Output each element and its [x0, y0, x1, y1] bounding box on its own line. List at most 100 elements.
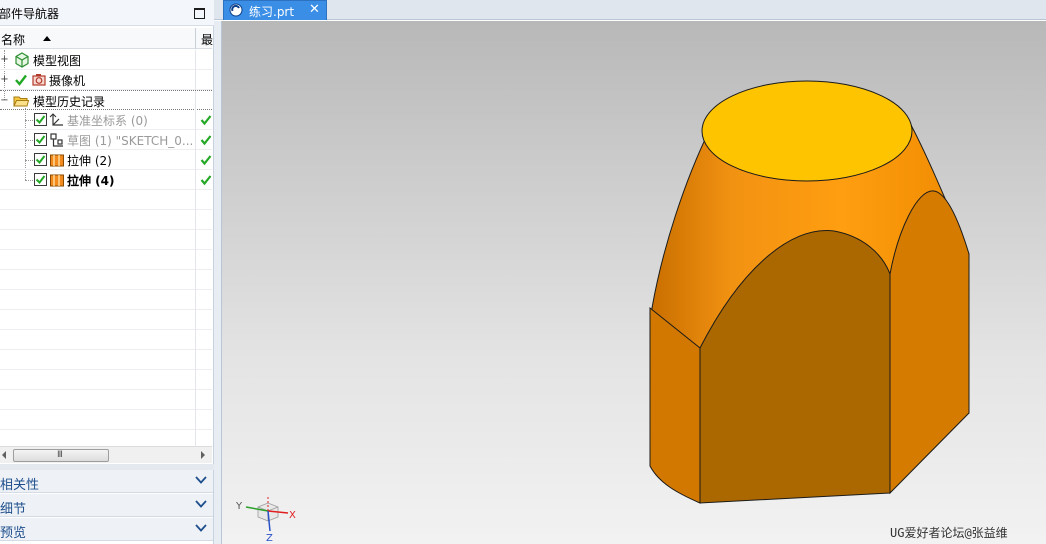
tree-row-datum-csys[interactable]: 基准坐标系 (0) — [0, 110, 212, 130]
section-dependencies[interactable]: 相关性 — [0, 470, 213, 493]
model-views-icon — [15, 52, 29, 68]
scroll-left-arrow-icon[interactable] — [2, 451, 6, 459]
up-to-date-check-icon — [200, 155, 212, 166]
column-separator — [195, 270, 196, 290]
model-top-face — [701, 80, 913, 182]
section-preview[interactable]: 预览 — [0, 518, 213, 541]
column-separator — [195, 350, 196, 370]
maximize-icon[interactable] — [194, 8, 205, 19]
triad-y-label: Y — [235, 501, 243, 512]
tree-row-model-views[interactable]: + 模型视图 — [0, 50, 212, 70]
empty-row — [0, 270, 212, 290]
tree-label: 模型历史记录 — [33, 95, 106, 109]
empty-row — [0, 250, 212, 270]
chevron-down-icon[interactable] — [195, 523, 207, 533]
empty-row — [0, 390, 212, 410]
column-separator — [195, 290, 196, 310]
column-separator — [195, 70, 196, 90]
tree-label: 摄像机 — [49, 74, 86, 88]
horizontal-scrollbar[interactable]: III — [0, 446, 212, 463]
column-separator — [195, 330, 196, 350]
empty-row — [0, 350, 212, 370]
3d-model[interactable] — [222, 21, 1046, 544]
up-to-date-check-icon — [200, 175, 212, 186]
navigator-header: 部件导航器 — [0, 0, 214, 26]
tree-label: 拉伸 (4) — [67, 174, 115, 188]
expand-plus-icon[interactable]: + — [0, 55, 9, 65]
column-separator — [195, 91, 196, 111]
section-label: 预览 — [0, 526, 27, 541]
column-separator — [195, 150, 196, 170]
scrollbar-thumb[interactable]: III — [13, 449, 109, 462]
empty-row — [0, 290, 212, 310]
tree-label: 基准坐标系 (0) — [67, 114, 148, 128]
empty-row — [0, 210, 212, 230]
tree-label: 模型视图 — [33, 54, 82, 68]
extrude-icon — [50, 154, 64, 167]
column-separator — [195, 430, 196, 446]
visibility-checkbox[interactable] — [34, 173, 47, 186]
column-name-header[interactable]: 名称 — [1, 31, 25, 48]
empty-row — [0, 370, 212, 390]
visibility-checkbox[interactable] — [34, 113, 47, 126]
collapse-minus-icon[interactable]: − — [0, 96, 9, 106]
column-divider[interactable] — [195, 28, 196, 49]
section-label: 相关性 — [0, 478, 40, 493]
triad-x-label: X — [289, 510, 296, 521]
column-latest-header[interactable]: 最 — [201, 31, 213, 48]
sketch-icon — [50, 133, 63, 147]
column-separator — [195, 370, 196, 390]
folder-icon — [13, 96, 29, 107]
navigator-tree: + 模型视图 + 摄像机 − 模型历史记录 基准坐标系 (0) 草图 (1) "… — [0, 50, 212, 446]
tree-row-sketch[interactable]: 草图 (1) "SKETCH_0... — [0, 130, 212, 150]
datum-csys-icon — [49, 113, 63, 126]
viewport-border — [214, 21, 222, 544]
section-details[interactable]: 细节 — [0, 494, 213, 517]
column-separator — [195, 110, 196, 130]
column-separator — [195, 250, 196, 270]
model-right-face — [889, 190, 970, 495]
column-separator — [195, 50, 196, 70]
empty-row — [0, 310, 212, 330]
tab-label: 练习.prt — [249, 5, 295, 19]
section-label: 细节 — [0, 502, 27, 517]
up-to-date-check-icon — [200, 115, 212, 126]
column-separator — [195, 390, 196, 410]
chevron-down-icon[interactable] — [195, 499, 207, 509]
extrude-icon — [50, 174, 64, 187]
graphics-viewport[interactable]: Y X Z UG爱好者论坛@张益维 — [222, 21, 1046, 544]
tree-row-cameras[interactable]: + 摄像机 — [0, 70, 212, 90]
empty-row — [0, 230, 212, 250]
tree-row-extrude-2[interactable]: 拉伸 (2) — [0, 150, 212, 170]
tree-row-extrude-4[interactable]: 拉伸 (4) — [0, 170, 212, 190]
tree-label: 草图 (1) "SKETCH_0... — [67, 134, 194, 148]
part-navigator-panel: 部件导航器 名称 最 + 模型视图 + 摄像机 − 模型历史记录 基准坐标系 (… — [0, 0, 214, 544]
column-separator — [195, 230, 196, 250]
scroll-right-arrow-icon[interactable] — [201, 451, 205, 459]
view-triad[interactable]: Y X Z — [232, 491, 302, 541]
camera-icon — [32, 74, 46, 86]
visibility-checkbox[interactable] — [34, 133, 47, 146]
tab-part-file[interactable]: 练习.prt ✕ — [223, 0, 327, 20]
column-header: 名称 最 — [0, 28, 213, 49]
part-file-icon — [229, 3, 243, 17]
triad-z-label: Z — [266, 533, 273, 541]
visibility-checkbox[interactable] — [34, 153, 47, 166]
empty-row — [0, 190, 212, 210]
column-separator — [195, 170, 196, 190]
column-separator — [195, 310, 196, 330]
chevron-down-icon[interactable] — [195, 475, 207, 485]
navigator-title: 部件导航器 — [0, 7, 60, 21]
column-separator — [195, 130, 196, 150]
column-separator — [195, 190, 196, 210]
tree-row-model-history[interactable]: − 模型历史记录 — [0, 90, 212, 111]
close-icon[interactable]: ✕ — [309, 2, 320, 17]
scrollbar-grip: III — [57, 450, 63, 460]
watermark-text: UG爱好者论坛@张益维 — [890, 526, 1008, 540]
empty-row — [0, 410, 212, 430]
document-tab-bar: 练习.prt ✕ — [214, 0, 1046, 20]
column-separator — [195, 210, 196, 230]
empty-row — [0, 330, 212, 350]
expand-plus-icon[interactable]: + — [0, 75, 9, 85]
up-to-date-check-icon — [200, 135, 212, 146]
